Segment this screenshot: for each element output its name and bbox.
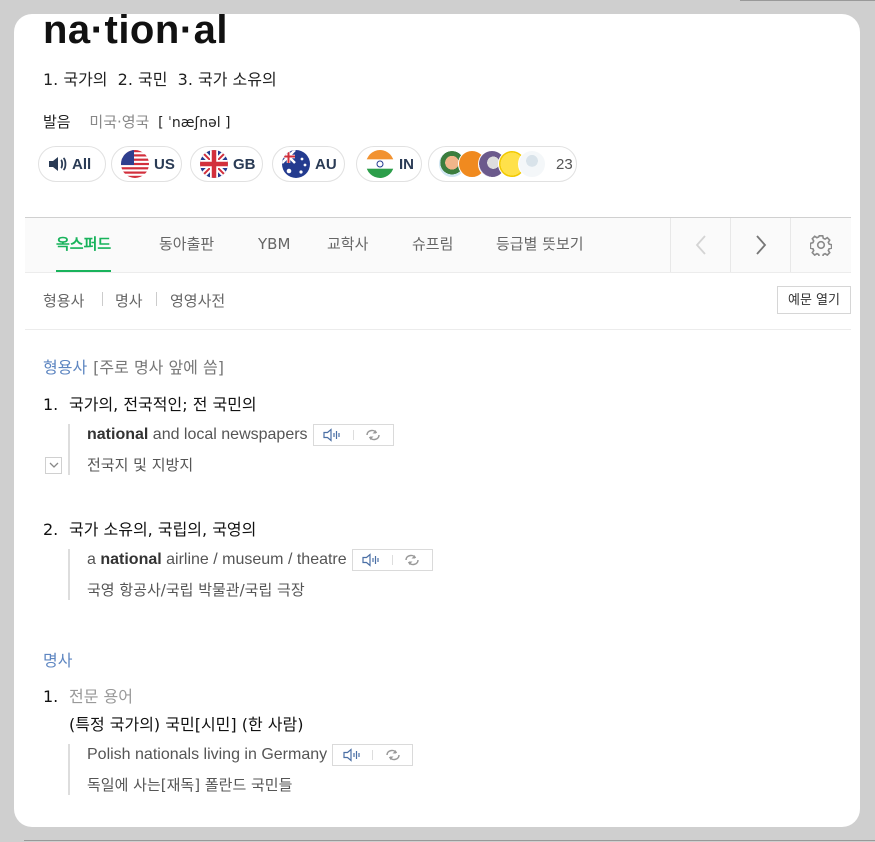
dictionary-tabs: 옥스퍼드 동아출판 YBM 교학사 슈프림 등급별 뜻보기 xyxy=(25,217,851,273)
subnav-adjective[interactable]: 형용사 xyxy=(43,290,84,311)
tab-level-meanings[interactable]: 등급별 뜻보기 xyxy=(496,218,584,272)
pos-adjective-heading: 형용사 [주로 명사 앞에 씀] xyxy=(43,354,224,378)
example-sentence: Polish nationals living in Germany xyxy=(87,744,414,766)
separator xyxy=(102,292,103,306)
example-listen-button[interactable] xyxy=(353,550,392,570)
repeat-icon xyxy=(385,749,400,761)
play-all-label: All xyxy=(72,155,92,173)
play-in-button[interactable]: IN xyxy=(356,146,422,182)
example-listen-button[interactable] xyxy=(333,745,372,765)
in-label: IN xyxy=(399,155,414,173)
speaker-icon xyxy=(48,155,68,173)
gb-flag-icon xyxy=(200,150,228,178)
play-au-button[interactable]: AU xyxy=(272,146,345,182)
expand-toggle-button[interactable] xyxy=(45,457,62,474)
subnav-noun[interactable]: 명사 xyxy=(115,290,143,311)
settings-button[interactable] xyxy=(790,218,851,272)
top-divider xyxy=(740,0,875,1)
gb-label: GB xyxy=(233,155,256,173)
example-block: Polish nationals living in Germany 독일에 사… xyxy=(68,744,414,795)
chevron-right-icon xyxy=(756,235,767,255)
example-tools xyxy=(351,549,433,571)
separator xyxy=(156,292,157,306)
example-translation: 국영 항공사/국립 박물관/국립 극장 xyxy=(87,581,305,599)
example-translation: 독일에 사는[재독] 폴란드 국민들 xyxy=(87,776,293,794)
tab-ybm[interactable]: YBM xyxy=(258,218,290,272)
chevron-down-icon xyxy=(49,462,58,468)
play-gb-button[interactable]: GB xyxy=(190,146,263,182)
in-flag-icon xyxy=(366,150,394,178)
example-tools xyxy=(332,744,414,766)
dictionary-card: na·tion·al 1. 국가의 2. 국민 3. 국가 소유의 발음 미국·… xyxy=(14,14,860,827)
sense-item: 1. 전문 용어 xyxy=(43,683,133,707)
pronunciation-ipa: [ ˈnæʃnəl ] xyxy=(158,115,231,131)
pos-note: [주로 명사 앞에 씀] xyxy=(93,358,224,377)
example-keyword: national xyxy=(100,551,162,568)
avatar xyxy=(518,150,546,178)
sense-number: 2. xyxy=(43,520,59,539)
example-repeat-button[interactable] xyxy=(393,550,432,570)
tab-prev-button[interactable] xyxy=(670,218,731,272)
subnav-english-english[interactable]: 영영사전 xyxy=(170,290,225,311)
gear-icon xyxy=(810,235,832,256)
tab-donga[interactable]: 동아출판 xyxy=(159,218,214,272)
pronunciation-label: 발음 xyxy=(43,113,71,131)
example-tools xyxy=(312,424,394,446)
pronunciation-region: 미국·영국 xyxy=(89,113,150,131)
sense-text: 국가의, 전국적인; 전 국민의 xyxy=(69,395,257,414)
speaker-icon xyxy=(323,428,340,442)
bottom-divider xyxy=(24,840,875,841)
play-us-button[interactable]: US xyxy=(111,146,182,182)
pos-label: 명사 xyxy=(43,651,73,670)
example-block: a national airline / museum / theatre 국영… xyxy=(68,549,433,600)
headword: na·tion·al xyxy=(43,14,228,52)
user-count: 23 xyxy=(556,155,573,173)
pos-noun-heading: 명사 xyxy=(43,647,72,671)
repeat-icon xyxy=(366,429,380,441)
sense-text: 국가 소유의, 국립의, 국영의 xyxy=(69,520,257,539)
sense-number: 1. xyxy=(43,687,59,706)
user-recordings-button[interactable]: 23 xyxy=(428,146,577,182)
speaker-icon xyxy=(362,553,379,567)
example-keyword: national xyxy=(87,426,149,443)
user-avatars xyxy=(438,150,546,178)
chevron-left-icon xyxy=(695,235,706,255)
play-all-button[interactable]: All xyxy=(38,146,106,182)
repeat-icon xyxy=(405,554,419,566)
sense-number: 1. xyxy=(43,395,59,414)
sense-item: 1. 국가의, 전국적인; 전 국민의 xyxy=(43,391,257,415)
example-repeat-button[interactable] xyxy=(373,745,412,765)
summary-meanings: 1. 국가의 2. 국민 3. 국가 소유의 xyxy=(43,70,277,89)
tab-next-button[interactable] xyxy=(730,218,791,272)
au-label: AU xyxy=(315,155,337,173)
sense-label: 전문 용어 xyxy=(69,687,133,706)
us-label: US xyxy=(154,155,175,173)
tab-kyohaksa[interactable]: 교학사 xyxy=(327,218,368,272)
example-block: national and local newspapers 전국지 및 지방지 xyxy=(68,424,394,475)
example-repeat-button[interactable] xyxy=(354,425,393,445)
us-flag-icon xyxy=(121,150,149,178)
sense-item: 2. 국가 소유의, 국립의, 국영의 xyxy=(43,516,256,540)
tab-supreme[interactable]: 슈프림 xyxy=(412,218,453,272)
pos-label: 형용사 xyxy=(43,358,88,377)
example-listen-button[interactable] xyxy=(314,425,353,445)
example-sentence: a national airline / museum / theatre xyxy=(87,549,433,571)
example-translation: 전국지 및 지방지 xyxy=(87,456,194,474)
pronunciation-row: 발음 미국·영국 [ ˈnæʃnəl ] xyxy=(43,111,231,132)
au-flag-icon xyxy=(282,150,310,178)
open-examples-button[interactable]: 예문 열기 xyxy=(777,286,851,314)
speaker-icon xyxy=(343,748,360,762)
sense-text: (특정 국가의) 국민[시민] (한 사람) xyxy=(69,715,304,734)
tab-oxford[interactable]: 옥스퍼드 xyxy=(56,218,112,272)
example-sentence: national and local newspapers xyxy=(87,424,394,446)
part-of-speech-nav: 형용사 명사 영영사전 예문 열기 xyxy=(25,272,851,330)
